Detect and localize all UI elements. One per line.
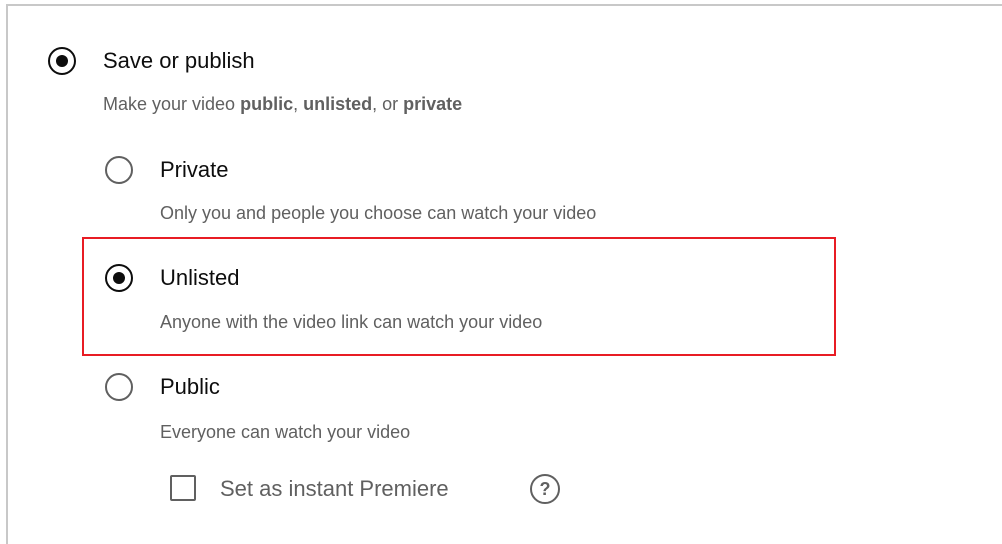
save-or-publish-description: Make your video public, unlisted, or pri… (103, 92, 462, 116)
private-description: Only you and people you choose can watch… (160, 203, 597, 223)
visibility-panel (6, 4, 1002, 544)
description-public: public (240, 94, 294, 114)
unlisted-description: Anyone with the video link can watch you… (160, 312, 543, 332)
save-or-publish-title: Save or publish (103, 48, 255, 73)
description-separator-or: , or (372, 94, 404, 114)
instant-premiere-label[interactable]: Set as instant Premiere (220, 475, 449, 503)
public-title: Public (160, 374, 220, 399)
public-radio[interactable] (105, 373, 133, 401)
description-unlisted: unlisted (303, 94, 373, 114)
help-circle-icon[interactable]: ? (530, 474, 560, 504)
radio-selected-dot (113, 272, 125, 284)
private-title: Private (160, 157, 229, 182)
description-prefix: Make your video (103, 94, 241, 114)
unlisted-title: Unlisted (160, 265, 240, 290)
save-or-publish-radio[interactable] (48, 47, 76, 75)
instant-premiere-checkbox[interactable] (170, 475, 196, 501)
description-private: private (403, 94, 463, 114)
unlisted-radio[interactable] (105, 264, 133, 292)
public-description: Everyone can watch your video (160, 422, 411, 442)
radio-selected-dot (56, 55, 68, 67)
description-separator: , (293, 94, 304, 114)
private-radio[interactable] (105, 156, 133, 184)
